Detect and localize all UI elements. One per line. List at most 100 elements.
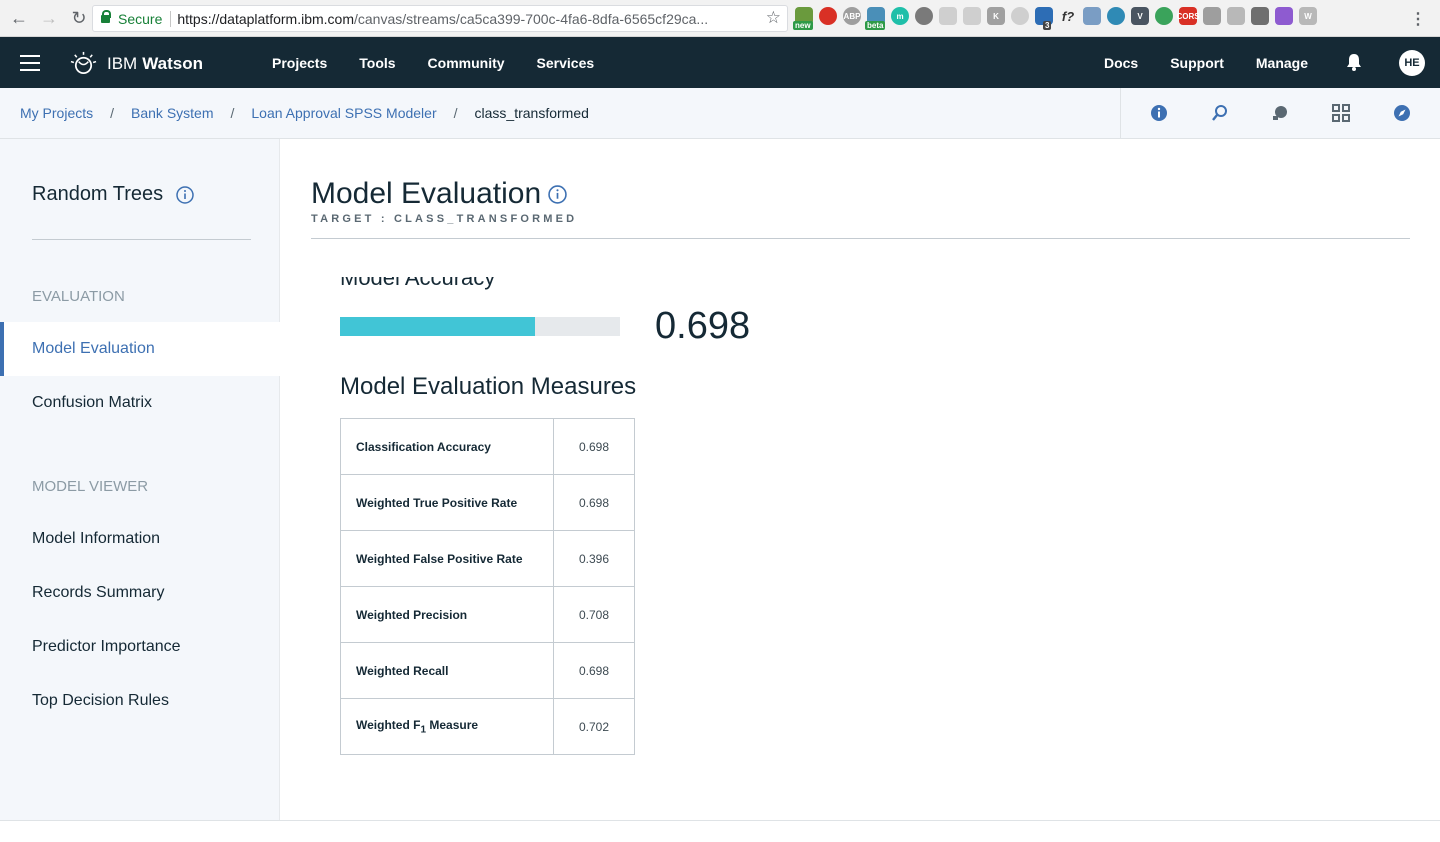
- model-info-icon[interactable]: [176, 185, 194, 204]
- accuracy-value: 0.698: [655, 305, 751, 347]
- address-bar[interactable]: Secure https://dataplatform.ibm.com/canv…: [92, 5, 788, 32]
- extension-monitor-icon[interactable]: [1251, 7, 1269, 25]
- extension-v-icon[interactable]: V: [1131, 7, 1149, 25]
- table-row: Classification Accuracy 0.698: [340, 418, 635, 475]
- nav-projects[interactable]: Projects: [272, 55, 327, 71]
- table-row: Weighted Precision 0.708: [340, 586, 635, 643]
- back-arrow-icon[interactable]: ←: [6, 5, 32, 31]
- table-row: Weighted True Positive Rate 0.698: [340, 474, 635, 531]
- nav-docs[interactable]: Docs: [1104, 55, 1138, 71]
- accuracy-bar-fill: [340, 317, 536, 336]
- extension-pen-icon[interactable]: [1083, 7, 1101, 25]
- url-host: https://dataplatform.ibm.com: [177, 10, 354, 27]
- lock-icon: [101, 9, 111, 26]
- page-title-text: Model Evaluation: [311, 177, 542, 210]
- extension-count-icon[interactable]: 3: [1035, 7, 1053, 30]
- sidebar-item-records-summary[interactable]: Records Summary: [0, 566, 280, 620]
- breadcrumb-separator: /: [453, 105, 458, 121]
- target-label: TARGET : CLASS_TRANSFORMED: [311, 213, 578, 225]
- footer-strip: [0, 820, 1440, 842]
- title-divider: [311, 238, 1410, 239]
- extension-react-icon[interactable]: [1107, 7, 1125, 25]
- breadcrumb-bank-system[interactable]: Bank System: [131, 105, 213, 121]
- user-avatar[interactable]: HE: [1399, 50, 1425, 76]
- section-evaluation-label: EVALUATION: [32, 288, 125, 305]
- forward-arrow-icon[interactable]: →: [36, 5, 62, 31]
- section-model-viewer-label: MODEL VIEWER: [32, 478, 149, 495]
- nav-support[interactable]: Support: [1170, 55, 1224, 71]
- url-divider: [170, 10, 172, 27]
- extension-beta-icon[interactable]: beta: [865, 7, 886, 30]
- bookmark-star-icon[interactable]: ☆: [766, 8, 781, 28]
- breadcrumb-current: class_transformed: [474, 105, 589, 121]
- accuracy-heading: Model Accuracy: [340, 277, 640, 299]
- main-nav: Projects Tools Community Services: [272, 37, 594, 88]
- extension-abp-icon[interactable]: ABP: [843, 7, 861, 25]
- extension-opera-icon[interactable]: [819, 7, 837, 25]
- info-icon[interactable]: [1149, 103, 1169, 123]
- evaluation-info-icon[interactable]: [548, 184, 567, 204]
- breadcrumb-loan-approval[interactable]: Loan Approval SPSS Modeler: [251, 105, 436, 121]
- extension-target-icon[interactable]: [1011, 7, 1029, 25]
- measures-table: Classification Accuracy 0.698 Weighted T…: [340, 418, 635, 755]
- brand-logo[interactable]: IBM Watson: [70, 50, 203, 77]
- extension-ring-icon[interactable]: [1155, 7, 1173, 25]
- brand-ibm-text: IBM: [107, 53, 138, 73]
- measure-name: Weighted Precision: [340, 586, 554, 643]
- hamburger-menu-icon[interactable]: [20, 55, 40, 71]
- extension-brain-icon[interactable]: [915, 7, 933, 25]
- extension-k-icon[interactable]: K: [987, 7, 1005, 25]
- browser-toolbar: ← → ↻ Secure https://dataplatform.ibm.co…: [0, 0, 1440, 37]
- watson-logo-icon: [70, 51, 97, 75]
- notification-bell-icon[interactable]: [1344, 52, 1364, 72]
- model-title-text: Random Trees: [32, 183, 164, 205]
- brand-watson-text: Watson: [142, 53, 203, 73]
- sidebar-item-top-decision-rules[interactable]: Top Decision Rules: [0, 674, 280, 728]
- measure-name-text: Weighted F: [356, 717, 421, 732]
- sidebar-item-model-evaluation[interactable]: Model Evaluation: [0, 322, 280, 376]
- sidebar: Random Trees EVALUATION Model Evaluation…: [0, 139, 280, 820]
- reload-icon[interactable]: ↻: [66, 5, 92, 31]
- extension-puzzle-icon[interactable]: [1275, 7, 1293, 25]
- extension-cors-icon[interactable]: CORS: [1176, 7, 1200, 25]
- nav-services[interactable]: Services: [537, 55, 595, 71]
- measure-name: Weighted F1 Measure: [340, 698, 554, 755]
- extension-hat-icon[interactable]: [1203, 7, 1221, 25]
- nav-community[interactable]: Community: [428, 55, 505, 71]
- sidebar-item-predictor-importance[interactable]: Predictor Importance: [0, 620, 280, 674]
- measures-title: Model Evaluation Measures: [340, 373, 637, 400]
- main-panel: Model Evaluation TARGET : CLASS_TRANSFOR…: [281, 139, 1440, 820]
- extension-count-badge: 3: [1043, 21, 1052, 30]
- measure-value: 0.708: [553, 586, 635, 643]
- table-row: Weighted Recall 0.698: [340, 642, 635, 699]
- breadcrumb-bar: My Projects / Bank System / Loan Approva…: [0, 88, 1440, 139]
- compass-icon[interactable]: [1392, 103, 1412, 123]
- extension-flask-icon[interactable]: [939, 7, 957, 25]
- measure-name: Classification Accuracy: [340, 418, 554, 475]
- browser-menu-icon[interactable]: ⋮: [1410, 9, 1426, 29]
- extension-new-icon[interactable]: new: [793, 7, 813, 30]
- app-header: IBM Watson Projects Tools Community Serv…: [0, 37, 1440, 88]
- nav-tools[interactable]: Tools: [359, 55, 395, 71]
- assist-icon[interactable]: [1270, 103, 1290, 123]
- extension-new-badge: new: [793, 21, 813, 30]
- extension-merge-icon[interactable]: [963, 7, 981, 25]
- page-title: Model Evaluation: [311, 177, 567, 211]
- extension-w-icon[interactable]: W: [1299, 7, 1317, 25]
- grid-icon[interactable]: [1331, 103, 1351, 123]
- accuracy-bar: [340, 317, 620, 336]
- measure-value: 0.396: [553, 530, 635, 587]
- extension-fx-icon[interactable]: f?: [1059, 7, 1077, 25]
- table-row: Weighted False Positive Rate 0.396: [340, 530, 635, 587]
- measure-name: Weighted False Positive Rate: [340, 530, 554, 587]
- flow-icon[interactable]: [1210, 103, 1230, 123]
- breadcrumb: My Projects / Bank System / Loan Approva…: [20, 88, 589, 138]
- model-title: Random Trees: [32, 183, 194, 206]
- extension-m-icon[interactable]: m: [891, 7, 909, 25]
- nav-manage[interactable]: Manage: [1256, 55, 1308, 71]
- extension-square-icon[interactable]: [1227, 7, 1245, 25]
- measure-value: 0.698: [553, 642, 635, 699]
- sidebar-item-confusion-matrix[interactable]: Confusion Matrix: [0, 376, 280, 430]
- sidebar-item-model-information[interactable]: Model Information: [0, 512, 280, 566]
- breadcrumb-my-projects[interactable]: My Projects: [20, 105, 93, 121]
